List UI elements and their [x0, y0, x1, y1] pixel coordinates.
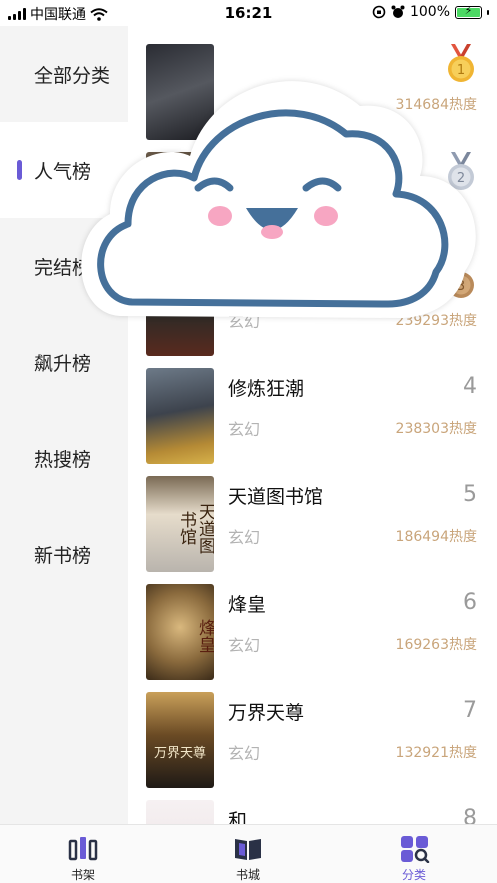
cover-title-text: 天道图书馆 — [176, 502, 214, 554]
status-bar: 中国联通 16:21 100% ⚡ — [0, 0, 497, 26]
tab-category[interactable]: 分类 — [364, 825, 464, 883]
book-title: 万界天尊 — [228, 702, 305, 724]
heat-value: 186494热度 — [395, 529, 477, 545]
battery-icon: ⚡ — [455, 3, 482, 19]
list-item[interactable]: 修炼狂潮 4 玄幻 238303热度 — [128, 354, 497, 464]
list-item[interactable]: 万界天尊 万界天尊 7 玄幻 132921热度 — [128, 678, 497, 788]
book-title: 天道图书馆 — [228, 486, 324, 508]
list-item[interactable]: 天道图书馆 天道图书馆 5 玄幻 186494热度 — [128, 462, 497, 572]
heat-value: 169263热度 — [395, 637, 477, 653]
cover-title-text: 万界天尊 — [153, 746, 206, 761]
book-title: 和 — [228, 810, 248, 824]
book-open-icon — [235, 839, 261, 860]
book-title: 烽皇 — [228, 594, 267, 616]
sidebar-item-label: 热搜榜 — [34, 448, 92, 471]
active-indicator — [17, 160, 22, 180]
list-item[interactable]: 和 8 — [128, 786, 497, 824]
charging-bolt-icon: ⚡ — [464, 3, 473, 17]
sidebar-item-label: 新书榜 — [34, 544, 92, 567]
cover-title-text: 烽皇 — [195, 619, 214, 653]
book-title: 修炼狂潮 — [228, 378, 305, 400]
book-cover — [146, 800, 214, 824]
bookshelf-icon — [68, 837, 98, 861]
battery-percent: 100% — [409, 4, 450, 20]
book-cover: 万界天尊 — [146, 692, 214, 788]
app-screen: 中国联通 16:21 100% ⚡ 全部分类 人气榜 完结榜 飙升榜 热搜榜 新… — [0, 0, 497, 883]
tab-label: 书架 — [70, 868, 95, 882]
alarm-icon — [391, 5, 405, 18]
book-genre: 玄幻 — [228, 420, 261, 439]
battery-cap — [487, 9, 489, 15]
tab-bookshelf[interactable]: 书架 — [33, 825, 133, 883]
book-cover — [146, 368, 214, 464]
book-rank: 5 — [463, 482, 477, 507]
heat-value: 238303热度 — [395, 421, 477, 437]
category-grid-icon — [401, 836, 430, 863]
tab-label: 分类 — [401, 868, 426, 882]
heat-value: 132921热度 — [395, 745, 477, 761]
sidebar-item-new-books[interactable]: 新书榜 — [0, 506, 128, 602]
book-genre: 玄幻 — [228, 636, 261, 655]
book-genre: 玄幻 — [228, 744, 261, 763]
tab-bookstore[interactable]: 书城 — [198, 825, 298, 883]
book-rank: 8 — [463, 806, 477, 824]
book-rank: 7 — [463, 698, 477, 723]
tab-label: 书城 — [235, 868, 260, 882]
book-cover: 烽皇 — [146, 584, 214, 680]
book-genre: 玄幻 — [228, 528, 261, 547]
status-right: 100% ⚡ — [372, 4, 489, 20]
list-item[interactable]: 烽皇 烽皇 6 玄幻 169263热度 — [128, 570, 497, 680]
orientation-lock-icon — [372, 5, 386, 19]
sidebar-item-label: 飙升榜 — [34, 352, 92, 375]
book-rank: 6 — [463, 590, 477, 615]
sidebar-item-rising[interactable]: 飙升榜 — [0, 314, 128, 410]
bottom-tab-bar: 书架 书城 分类 — [0, 824, 497, 883]
book-rank: 4 — [463, 374, 477, 399]
book-cover: 天道图书馆 — [146, 476, 214, 572]
smiling-cloud-icon — [81, 81, 476, 319]
sidebar-item-hot-search[interactable]: 热搜榜 — [0, 410, 128, 506]
